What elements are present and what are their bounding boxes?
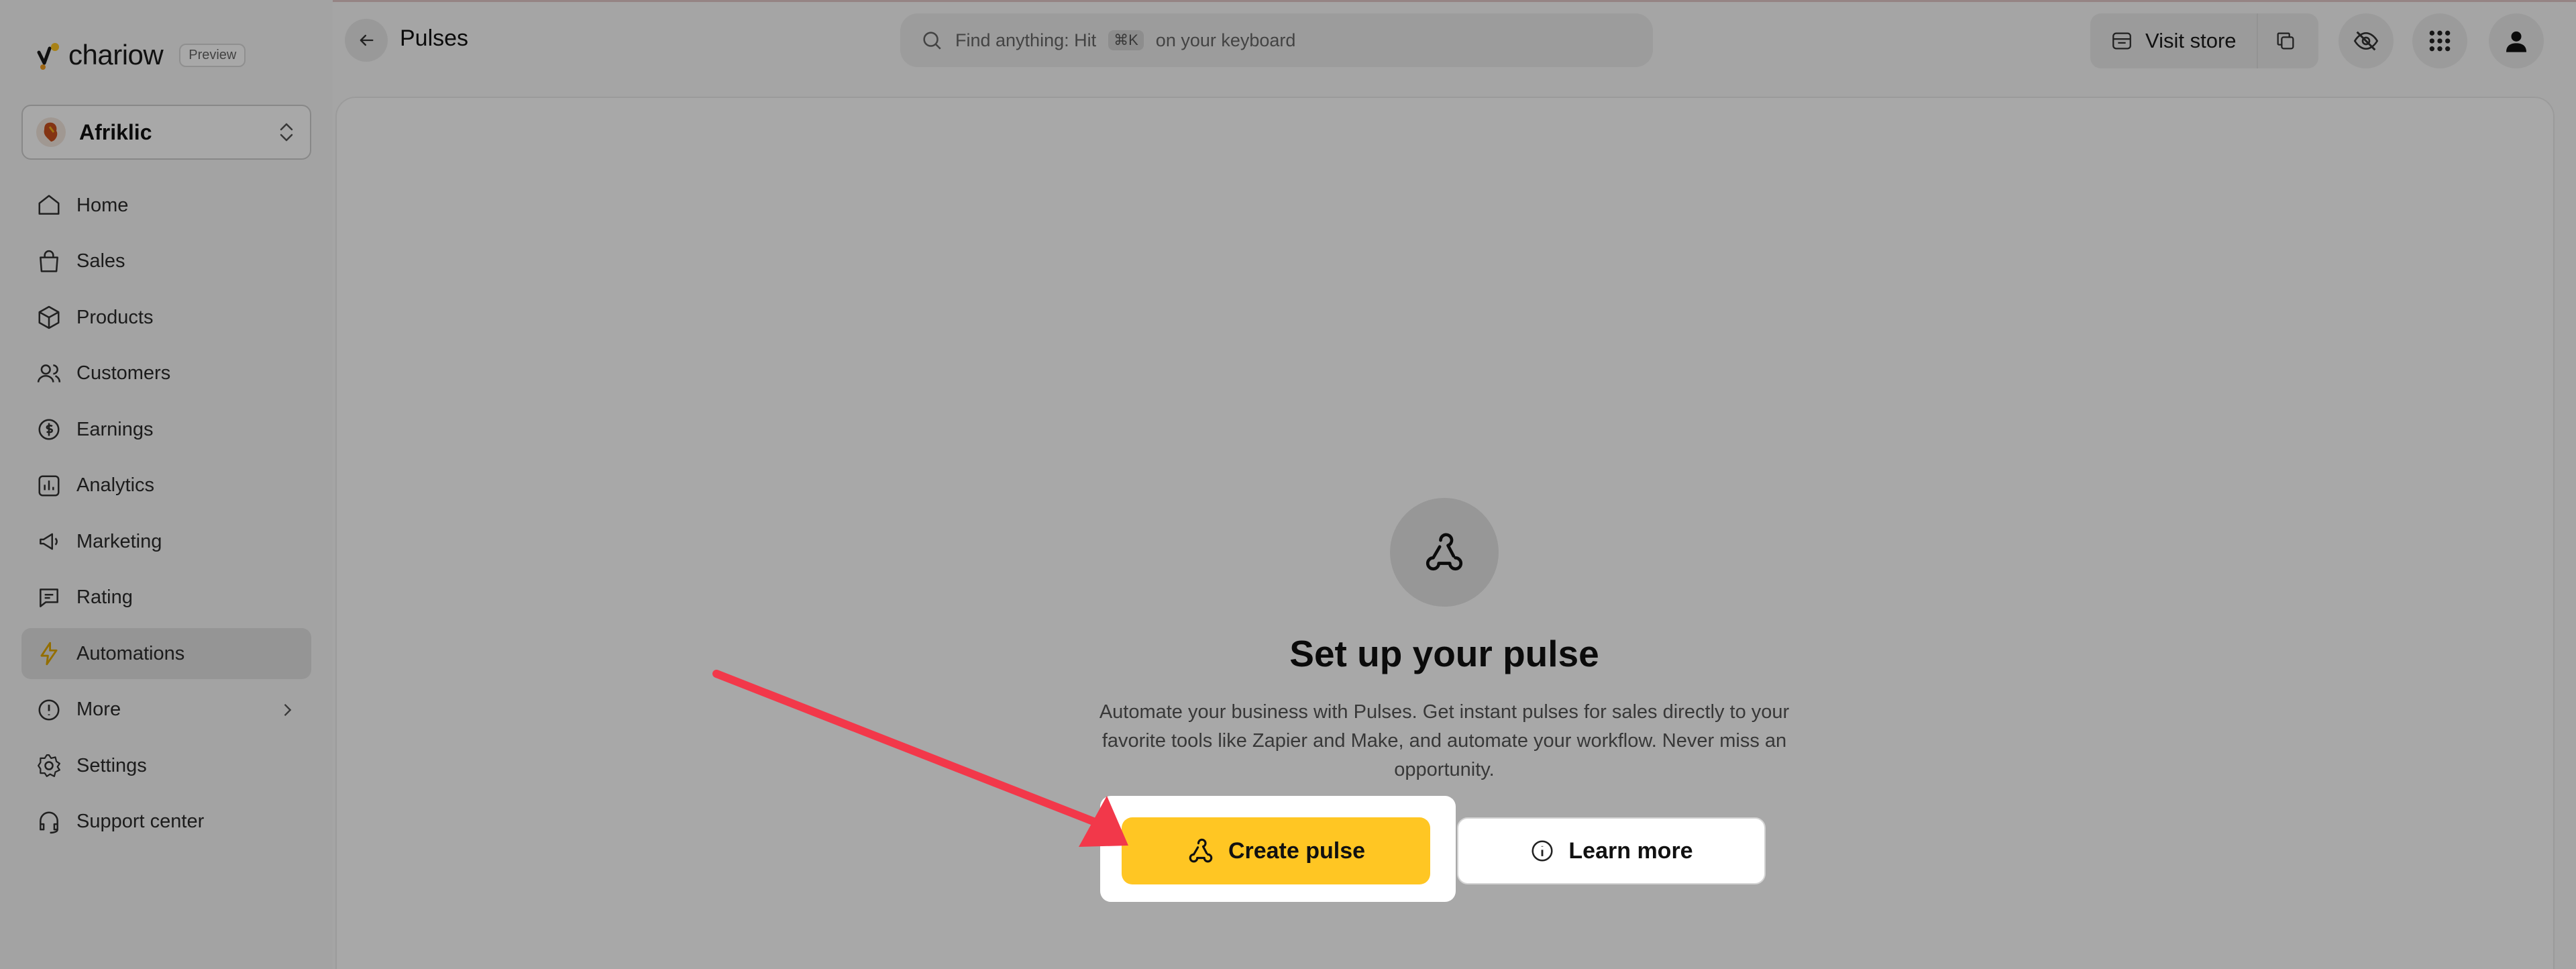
shortcut-badge: ⌘K: [1108, 30, 1144, 50]
learn-more-button[interactable]: Learn more: [1457, 817, 1766, 884]
sidebar-item-label: Home: [76, 194, 129, 216]
visit-store-button[interactable]: Visit store: [2090, 13, 2258, 68]
apps-grid-button[interactable]: [2412, 13, 2467, 68]
create-pulse-label: Create pulse: [1228, 837, 1366, 864]
eye-off-icon: [2353, 31, 2379, 51]
chevron-up-down-icon: [280, 123, 293, 142]
sidebar-item-label: Sales: [76, 250, 125, 272]
search-placeholder-prefix: Find anything: Hit: [955, 30, 1097, 50]
sidebar-item-label: Marketing: [76, 530, 162, 552]
sidebar-item-automations[interactable]: Automations: [21, 628, 311, 679]
lightning-icon: [40, 642, 58, 666]
sidebar-item-label: Products: [76, 306, 154, 328]
sidebar-item-label: Analytics: [76, 474, 155, 496]
sidebar-item-label: More: [76, 699, 121, 720]
sidebar: chariow Preview Afriklic Home Sales Prod…: [0, 0, 333, 969]
arrow-left-icon: [360, 34, 374, 46]
back-button[interactable]: [345, 19, 388, 62]
info-circle-icon: [38, 699, 60, 721]
store-logo-icon: [44, 122, 58, 142]
search-icon: [923, 32, 941, 50]
sidebar-nav: Home Sales Products Customers Earnings A…: [21, 180, 311, 852]
copy-icon: [2277, 32, 2294, 50]
empty-state-description: Automate your business with Pulses. Get …: [1099, 701, 1790, 780]
store-icon: [2112, 32, 2131, 50]
sidebar-item-label: Settings: [76, 754, 147, 776]
info-circle-icon: [1532, 840, 1553, 862]
chevron-right-icon: [284, 703, 292, 716]
sidebar-item-label: Earnings: [76, 418, 154, 440]
megaphone-icon: [40, 533, 58, 550]
window-top-border: [0, 0, 2576, 2]
users-icon: [37, 364, 61, 382]
visit-store-group: Visit store: [2090, 13, 2318, 68]
page-title: Pulses: [400, 26, 469, 51]
store-selector[interactable]: Afriklic: [21, 105, 311, 160]
sidebar-item-customers[interactable]: Customers: [21, 348, 311, 399]
user-avatar-button[interactable]: [2489, 13, 2544, 68]
empty-state-title: Set up your pulse: [1289, 633, 1599, 674]
sidebar-item-marketing[interactable]: Marketing: [21, 516, 311, 567]
sidebar-item-label: Support center: [76, 811, 205, 832]
user-icon: [2506, 31, 2526, 52]
sidebar-item-analytics[interactable]: Analytics: [21, 460, 311, 511]
sidebar-item-products[interactable]: Products: [21, 292, 311, 343]
search-input[interactable]: Find anything: Hit ⌘K on your keyboard: [900, 13, 1653, 67]
empty-state-icon: [1390, 498, 1499, 607]
create-pulse-button[interactable]: Create pulse: [1122, 817, 1430, 884]
box-icon: [38, 305, 60, 329]
store-name: Afriklic: [79, 119, 152, 144]
hide-preview-button[interactable]: [2339, 13, 2394, 68]
webhook-icon: [1189, 838, 1213, 863]
bar-chart-icon: [38, 474, 60, 497]
sidebar-item-rating[interactable]: Rating: [21, 572, 311, 623]
sidebar-item-label: Customers: [76, 362, 171, 384]
copy-link-button[interactable]: [2258, 13, 2313, 68]
chariow-logo-icon: [37, 43, 59, 70]
webhook-icon: [1426, 533, 1463, 571]
sidebar-item-sales[interactable]: Sales: [21, 236, 311, 287]
gear-icon: [38, 754, 60, 777]
app-name: chariow: [68, 39, 164, 70]
shopping-bag-icon: [40, 250, 58, 272]
sidebar-item-label: Automations: [76, 642, 185, 664]
sidebar-item-label: Rating: [76, 586, 133, 608]
learn-more-label: Learn more: [1568, 837, 1693, 864]
home-icon: [38, 195, 60, 215]
grid-icon: [2429, 30, 2451, 52]
app-logo[interactable]: chariow Preview: [35, 39, 246, 71]
dollar-circle-icon: [38, 419, 60, 440]
preview-badge: Preview: [179, 43, 246, 67]
message-star-icon: [40, 588, 58, 607]
visit-store-label: Visit store: [2145, 29, 2237, 52]
store-avatar: [36, 117, 66, 147]
sidebar-item-more[interactable]: More: [21, 684, 311, 735]
sidebar-item-home[interactable]: Home: [21, 180, 311, 231]
sidebar-item-earnings[interactable]: Earnings: [21, 404, 311, 455]
app-root: chariow Preview Afriklic Home Sales Prod…: [0, 0, 2576, 969]
search-placeholder-suffix: on your keyboard: [1155, 30, 1296, 50]
sidebar-item-support[interactable]: Support center: [21, 797, 311, 848]
sidebar-item-settings[interactable]: Settings: [21, 740, 311, 791]
headset-icon: [40, 811, 58, 833]
